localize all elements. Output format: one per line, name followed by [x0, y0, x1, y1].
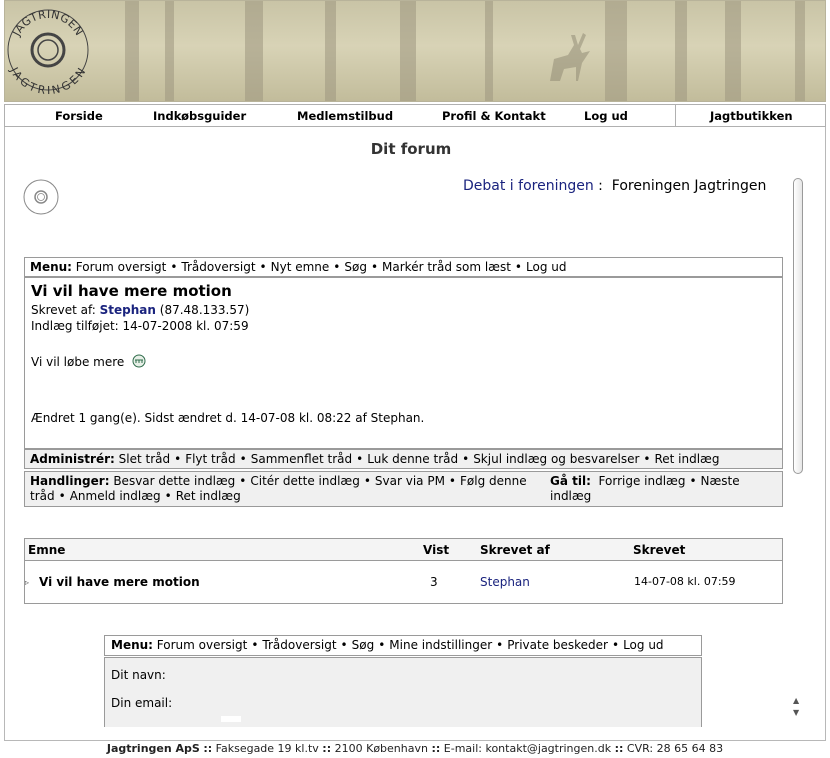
- footer-sep-3: ::: [431, 742, 441, 755]
- action-citer[interactable]: Citér dette indlæg: [250, 474, 359, 488]
- action-ret[interactable]: Ret indlæg: [176, 489, 241, 503]
- goto-forrige[interactable]: Forrige indlæg: [599, 474, 686, 488]
- post-author[interactable]: Stephan: [100, 303, 156, 317]
- footer-company: Jagtringen ApS: [106, 742, 200, 755]
- admin-sammenflet-trad[interactable]: Sammenflet tråd: [251, 452, 352, 466]
- form-input-edge[interactable]: [221, 716, 241, 722]
- actions-bar: Handlinger: Besvar dette indlæg • Citér de…: [24, 471, 783, 507]
- scroll-thumb[interactable]: [793, 178, 803, 474]
- post-body: Vi vil løbe mere: [31, 354, 776, 370]
- admin-skjul-indlaeg[interactable]: Skjul indlæg og besvarelser: [473, 452, 639, 466]
- actions-label: Handlinger:: [30, 474, 110, 488]
- action-svar-pm[interactable]: Svar via PM: [375, 474, 445, 488]
- admin-slet-trad[interactable]: Slet tråd: [119, 452, 170, 466]
- admin-luk-trad[interactable]: Luk denne tråd: [367, 452, 458, 466]
- bottom-menu-forum-oversigt[interactable]: Forum oversigt: [157, 638, 248, 652]
- header-banner: JAGTRINGEN JAGTRINGEN: [4, 0, 826, 102]
- post-body-text: Vi vil løbe mere: [31, 355, 125, 369]
- logo-text-bottom: JAGTRINGEN: [7, 64, 88, 95]
- menu-tradoversigt[interactable]: Trådoversigt: [181, 260, 255, 274]
- goto-label: Gå til:: [550, 474, 591, 488]
- bottom-menu-sog[interactable]: Søg: [352, 638, 375, 652]
- footer-city: 2100 København: [334, 742, 428, 755]
- menu-forum-oversigt[interactable]: Forum oversigt: [76, 260, 167, 274]
- smiley-icon: [132, 354, 146, 368]
- nav-medlemstilbud[interactable]: Medlemstilbud: [297, 109, 393, 123]
- scroll-down-icon[interactable]: ▼: [793, 708, 799, 717]
- nav-log-ud[interactable]: Log ud: [584, 109, 628, 123]
- menu-log-ud[interactable]: Log ud: [526, 260, 566, 274]
- main-nav: Forside Indkøbsguider Medlemstilbud Prof…: [4, 104, 826, 127]
- reply-form: Dit navn: Din email:: [104, 657, 702, 727]
- nav-divider: [675, 105, 676, 126]
- action-folg[interactable]: Følg denne: [460, 474, 527, 488]
- bottom-menu-tradoversigt[interactable]: Trådoversigt: [262, 638, 336, 652]
- svg-text:JAGTRINGEN: JAGTRINGEN: [7, 64, 89, 95]
- admin-bar: Administrér: Slet tråd • Flyt tråd • Sammenf…: [24, 449, 783, 469]
- forum-link[interactable]: Debat i foreningen: [463, 178, 594, 194]
- post-added: Indlæg tilføjet: 14-07-2008 kl. 07:59: [31, 319, 249, 333]
- footer-cvr: CVR: 28 65 64 83: [626, 742, 724, 755]
- forum-name: Foreningen Jagtringen: [611, 178, 767, 194]
- footer-sep-4: ::: [614, 742, 624, 755]
- menu-sog[interactable]: Søg: [344, 260, 367, 274]
- forest-background: [125, 1, 805, 101]
- col-skrevet: Skrevet: [633, 543, 686, 557]
- bottom-menu-private-beskeder[interactable]: Private beskeder: [507, 638, 608, 652]
- forum-menu-bar: Menu: Forum oversigt • Trådoversigt • Nyt em…: [24, 257, 783, 277]
- bottom-menu-bar: Menu: Forum oversigt • Trådoversigt • Søg • Mi…: [104, 635, 702, 656]
- post-edited: Ændret 1 gang(e). Sidst ændret d. 14-07-…: [31, 411, 425, 425]
- bottom-menu-log-ud[interactable]: Log ud: [623, 638, 663, 652]
- nav-indkobsguider[interactable]: Indkøbsguider: [153, 109, 246, 123]
- action-folg-cont[interactable]: tråd: [30, 489, 55, 503]
- admin-ret-indlaeg[interactable]: Ret indlæg: [654, 452, 719, 466]
- forum-heading: Debat i foreningen : Foreningen Jagtring…: [463, 178, 766, 194]
- email-label: Din email:: [111, 696, 173, 710]
- bottom-menu-indstillinger[interactable]: Mine indstillinger: [389, 638, 492, 652]
- nav-jagtbutikken[interactable]: Jagtbutikken: [710, 109, 793, 123]
- admin-flyt-trad[interactable]: Flyt tråd: [185, 452, 235, 466]
- menu-marker-trad[interactable]: Markér tråd som læst: [382, 260, 511, 274]
- action-anmeld[interactable]: Anmeld indlæg: [70, 489, 161, 503]
- page-footer: Jagtringen ApS :: Faksegade 19 kl.tv :: …: [0, 742, 830, 755]
- nav-forside[interactable]: Forside: [55, 109, 103, 123]
- col-emne: Emne: [28, 543, 66, 557]
- col-skrevet-af: Skrevet af: [480, 543, 550, 557]
- actions-group: Handlinger: Besvar dette indlæg • Citér de…: [30, 474, 527, 503]
- page-title: Dit forum: [370, 140, 452, 158]
- post-ip: (87.48.133.57): [159, 303, 250, 317]
- topic-author[interactable]: Stephan: [480, 575, 530, 589]
- table-row: ▹ Vi vil have mere motion 3 Stephan 14-0…: [25, 561, 782, 603]
- goto-group: Gå til: Forrige indlæg • Næste indlæg: [550, 474, 740, 503]
- forum-logo-icon: [23, 179, 59, 215]
- expand-arrow-icon[interactable]: ▹: [25, 578, 29, 587]
- action-besvar[interactable]: Besvar dette indlæg: [113, 474, 235, 488]
- topic-subject[interactable]: Vi vil have mere motion: [39, 575, 200, 589]
- admin-label: Administrér:: [30, 452, 115, 466]
- footer-sep-2: ::: [322, 742, 332, 755]
- topic-date: 14-07-08 kl. 07:59: [634, 575, 736, 588]
- topic-views: 3: [430, 575, 438, 589]
- topics-table: Emne Vist Skrevet af Skrevet ▹ Vi vil ha…: [24, 538, 783, 604]
- nav-profil-kontakt[interactable]: Profil & Kontakt: [442, 109, 546, 123]
- content-scrollbar[interactable]: ▲ ▼: [790, 170, 806, 720]
- jagtringen-logo[interactable]: JAGTRINGEN JAGTRINGEN: [5, 1, 91, 95]
- footer-sep-1: ::: [203, 742, 213, 755]
- post-title: Vi vil have mere motion: [31, 282, 232, 300]
- table-header: Emne Vist Skrevet af Skrevet: [25, 539, 782, 561]
- footer-email[interactable]: E-mail: kontakt@jagtringen.dk: [444, 742, 611, 755]
- forum-post: Vi vil have mere motion Skrevet af: Step…: [24, 277, 783, 449]
- bottom-menu-label: Menu:: [111, 638, 153, 652]
- scroll-up-icon[interactable]: ▲: [793, 696, 799, 705]
- forum-heading-separator: :: [598, 178, 603, 194]
- post-author-line: Skrevet af: Stephan (87.48.133.57): [31, 302, 776, 318]
- menu-label: Menu:: [30, 260, 72, 274]
- name-label: Dit navn:: [111, 668, 166, 682]
- col-vist: Vist: [423, 543, 450, 557]
- written-by-label: Skrevet af:: [31, 303, 96, 317]
- menu-nyt-emne[interactable]: Nyt emne: [271, 260, 330, 274]
- footer-address: Faksegade 19 kl.tv: [215, 742, 319, 755]
